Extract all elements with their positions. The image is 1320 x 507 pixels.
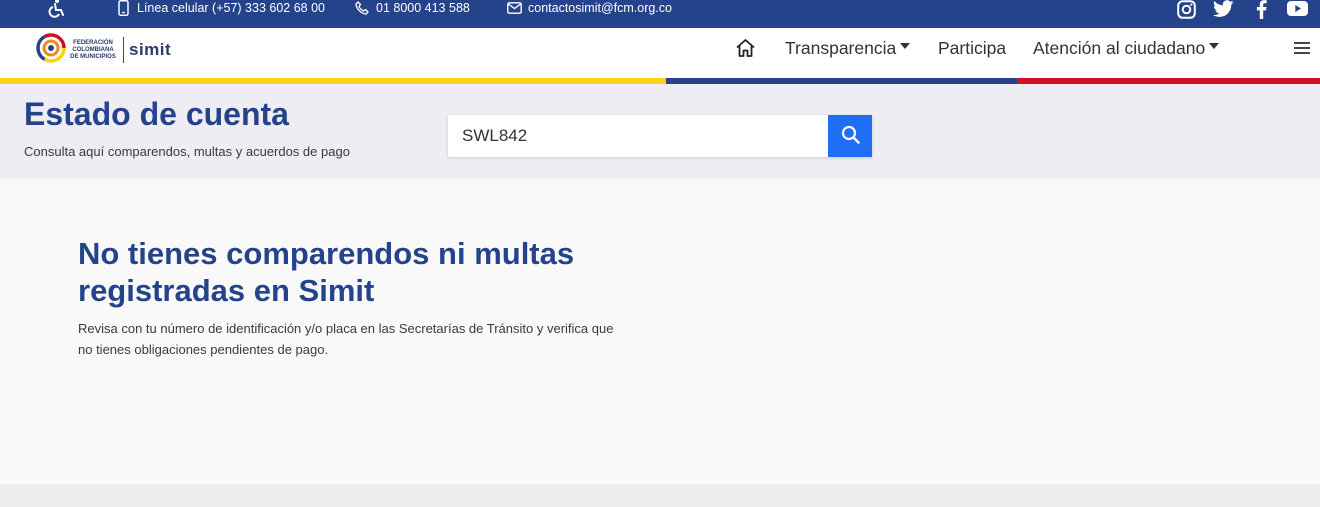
nav-transparencia[interactable]: Transparencia	[785, 28, 911, 68]
caret-down-icon	[1209, 43, 1220, 49]
twitter-icon[interactable]	[1213, 0, 1234, 18]
search-bar	[448, 115, 872, 157]
logo-fcm-text: FEDERACIÓN COLOMBIANA DE MUNICIPIOS	[70, 39, 116, 60]
result-title: No tienes comparendos ni multas registra…	[78, 236, 575, 308]
nav-transparencia-label: Transparencia	[785, 37, 897, 58]
youtube-icon[interactable]	[1287, 1, 1308, 16]
email-contact[interactable]: contactosimit@fcm.org.co	[507, 0, 672, 16]
instagram-icon[interactable]	[1177, 0, 1196, 19]
result-message: Revisa con tu número de identificación y…	[78, 321, 614, 357]
accessibility-icon[interactable]	[46, 0, 66, 18]
search-button[interactable]	[828, 115, 872, 157]
fcm-logo-icon	[36, 32, 66, 68]
caret-down-icon	[900, 43, 911, 49]
nav-atencion-ciudadano[interactable]: Atención al ciudadano	[1033, 28, 1220, 68]
search-input[interactable]	[448, 115, 828, 157]
search-icon	[841, 125, 860, 147]
mobile-phone-icon	[118, 0, 129, 16]
logo[interactable]: FEDERACIÓN COLOMBIANA DE MUNICIPIOS simi…	[36, 32, 171, 68]
hamburger-menu-icon[interactable]	[1294, 28, 1310, 68]
page-subtitle: Consulta aquí comparendos, multas y acue…	[24, 144, 350, 159]
phone-icon	[355, 1, 369, 15]
home-icon[interactable]	[735, 28, 756, 68]
email-contact-text: contactosimit@fcm.org.co	[528, 1, 672, 15]
facebook-icon[interactable]	[1256, 0, 1267, 19]
nav-participa-label: Participa	[938, 37, 1007, 58]
main-header: FEDERACIÓN COLOMBIANA DE MUNICIPIOS simi…	[0, 28, 1320, 78]
nav-participa[interactable]: Participa	[938, 28, 1006, 68]
nav-atencion-label: Atención al ciudadano	[1033, 37, 1206, 58]
mail-icon	[507, 2, 522, 14]
logo-divider	[123, 37, 124, 63]
mobile-contact-text: Línea celular (+57) 333 602 68 00	[137, 1, 325, 15]
mobile-contact[interactable]: Línea celular (+57) 333 602 68 00	[118, 0, 325, 16]
phone-contact-text: 01 8000 413 588	[376, 1, 470, 15]
result-panel: No tienes comparendos ni multas registra…	[0, 179, 1320, 484]
top-contact-bar: Línea celular (+57) 333 602 68 00 01 800…	[0, 0, 1320, 28]
page-title: Estado de cuenta	[24, 96, 289, 132]
logo-simit-text: simit	[129, 40, 172, 59]
phone-contact[interactable]: 01 8000 413 588	[355, 0, 470, 16]
account-status-band: Estado de cuenta Consulta aquí comparend…	[0, 84, 1320, 179]
